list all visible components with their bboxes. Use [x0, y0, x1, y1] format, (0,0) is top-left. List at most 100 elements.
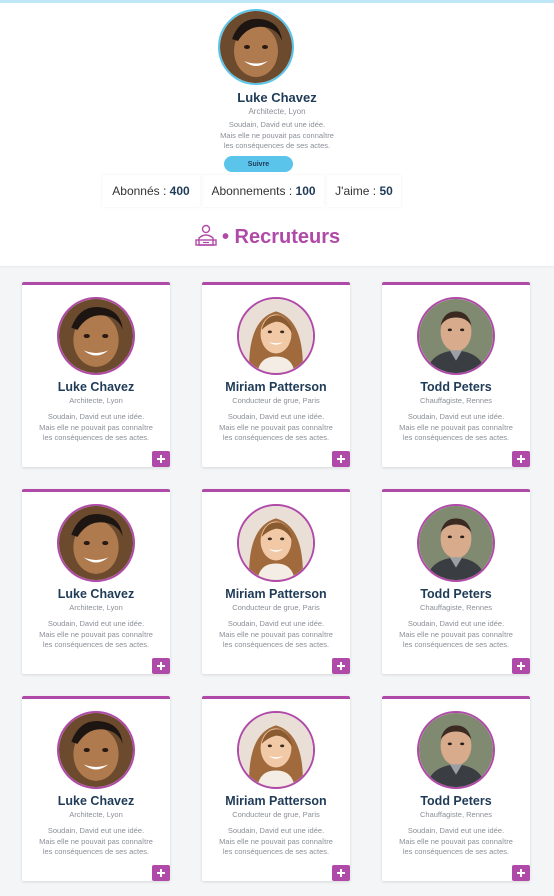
profile-bio-line: Soudain, David eut une idée. [228, 120, 326, 129]
man-portrait-icon [59, 299, 133, 373]
recruiter-avatar [57, 504, 135, 582]
profile-bio-line: les conséquences de ses actes. [223, 141, 331, 150]
stat-following-label: Abonnements : [211, 184, 293, 198]
profile-bio-line: Mais elle ne pouvait pas connaître [220, 130, 334, 140]
recruiter-bio-line: Soudain, David eut une idée. [227, 619, 325, 628]
recruiter-avatar [417, 297, 495, 375]
recruiter-bio-line: les conséquences de ses actes. [42, 433, 150, 442]
recruiter-avatar [417, 504, 495, 582]
profile-subtitle: Architecte, Lyon [248, 107, 306, 116]
profile-name: Luke Chavez [237, 90, 317, 105]
plus-icon [157, 662, 165, 670]
stat-followers-value: 400 [169, 184, 190, 198]
recruiter-subtitle: Architecte, Lyon [69, 603, 123, 612]
add-recruiter-button[interactable] [332, 451, 350, 467]
recruiter-card[interactable]: Todd Peters Chauffagiste, Rennes Soudain… [382, 489, 530, 674]
recruiter-card[interactable]: Todd Peters Chauffagiste, Rennes Soudain… [382, 282, 530, 467]
recruiter-bio-line: Soudain, David eut une idée. [47, 412, 145, 421]
man-portrait-icon [419, 299, 493, 373]
recruiter-name: Todd Peters [420, 587, 492, 601]
recruiter-bio-line: les conséquences de ses actes. [402, 433, 510, 442]
recruiter-name: Luke Chavez [57, 380, 135, 394]
recruiter-name: Todd Peters [420, 380, 492, 394]
recruiter-card[interactable]: Miriam Patterson Conducteur de grue, Par… [202, 696, 350, 881]
recruiter-card[interactable]: Todd Peters Chauffagiste, Rennes Soudain… [382, 696, 530, 881]
recruiter-card[interactable]: Luke Chavez Architecte, Lyon Soudain, Da… [22, 696, 170, 881]
woman-portrait-icon [239, 506, 313, 580]
stat-following[interactable]: Abonnements : 100 [203, 175, 324, 207]
recruiter-bio-line: les conséquences de ses actes. [42, 847, 150, 856]
recruiter-bio: Soudain, David eut une idée. Mais elle n… [206, 412, 346, 444]
add-recruiter-button[interactable] [512, 658, 530, 674]
recruiter-bio-line: Mais elle ne pouvait pas connaître [39, 629, 153, 639]
recruiter-bio-line: les conséquences de ses actes. [222, 640, 330, 649]
plus-icon [157, 455, 165, 463]
recruiter-avatar [417, 711, 495, 789]
recruiter-avatar [237, 711, 315, 789]
add-recruiter-button[interactable] [152, 865, 170, 881]
recruiter-bio-line: Soudain, David eut une idée. [227, 826, 325, 835]
recruiter-avatar [237, 297, 315, 375]
recruiter-bio: Soudain, David eut une idée. Mais elle n… [26, 412, 166, 444]
recruiter-bio: Soudain, David eut une idée. Mais elle n… [206, 826, 346, 858]
recruiter-bio-line: Soudain, David eut une idée. [407, 412, 505, 421]
recruiter-bio-line: les conséquences de ses actes. [222, 433, 330, 442]
recruiters-section-header: • Recruteurs [0, 210, 554, 266]
recruiter-bio-line: Soudain, David eut une idée. [47, 619, 145, 628]
recruiter-card[interactable]: Luke Chavez Architecte, Lyon Soudain, Da… [22, 489, 170, 674]
stat-following-value: 100 [295, 184, 316, 198]
recruiter-avatar [237, 504, 315, 582]
recruiter-bio-line: Soudain, David eut une idée. [47, 826, 145, 835]
recruiter-name: Luke Chavez [57, 587, 135, 601]
plus-icon [517, 662, 525, 670]
add-recruiter-button[interactable] [512, 451, 530, 467]
stat-likes[interactable]: J'aime : 50 [327, 175, 401, 207]
stat-followers[interactable]: Abonnés : 400 [102, 175, 200, 207]
add-recruiter-button[interactable] [152, 451, 170, 467]
recruiter-card[interactable]: Miriam Patterson Conducteur de grue, Par… [202, 282, 350, 467]
recruiter-subtitle: Chauffagiste, Rennes [420, 603, 492, 612]
recruiter-bio: Soudain, David eut une idée. Mais elle n… [386, 826, 526, 858]
recruiter-bio-line: Soudain, David eut une idée. [407, 826, 505, 835]
recruiter-name: Miriam Patterson [225, 794, 327, 808]
recruiter-bio-line: Soudain, David eut une idée. [407, 619, 505, 628]
recruiter-bio-line: les conséquences de ses actes. [402, 847, 510, 856]
recruiter-name: Miriam Patterson [225, 587, 327, 601]
recruiter-bio-line: Mais elle ne pouvait pas connaître [39, 422, 153, 432]
recruiter-bio-line: Mais elle ne pouvait pas connaître [219, 836, 333, 846]
add-recruiter-button[interactable] [332, 865, 350, 881]
man-portrait-icon [419, 713, 493, 787]
man-portrait-icon [419, 506, 493, 580]
recruiter-card[interactable]: Luke Chavez Architecte, Lyon Soudain, Da… [22, 282, 170, 467]
plus-icon [337, 662, 345, 670]
recruiter-subtitle: Conducteur de grue, Paris [232, 810, 320, 819]
recruiter-subtitle: Architecte, Lyon [69, 810, 123, 819]
recruiter-bio-line: les conséquences de ses actes. [402, 640, 510, 649]
recruiter-bio: Soudain, David eut une idée. Mais elle n… [206, 619, 346, 651]
stat-likes-label: J'aime : [335, 184, 377, 198]
recruiter-bio-line: Mais elle ne pouvait pas connaître [219, 422, 333, 432]
add-recruiter-button[interactable] [512, 865, 530, 881]
recruiter-card[interactable]: Miriam Patterson Conducteur de grue, Par… [202, 489, 350, 674]
recruiter-bio: Soudain, David eut une idée. Mais elle n… [386, 412, 526, 444]
plus-icon [337, 869, 345, 877]
plus-icon [517, 869, 525, 877]
recruiter-bio-line: Mais elle ne pouvait pas connaître [399, 422, 513, 432]
profile-avatar[interactable] [218, 9, 294, 85]
recruiter-bio-line: Mais elle ne pouvait pas connaître [219, 629, 333, 639]
recruiter-bio-line: Mais elle ne pouvait pas connaître [399, 629, 513, 639]
plus-icon [157, 869, 165, 877]
follow-button[interactable]: Suivre [224, 156, 293, 172]
recruiter-icon [195, 224, 217, 246]
recruiter-bio-line: Mais elle ne pouvait pas connaître [399, 836, 513, 846]
man-portrait-icon [220, 11, 292, 83]
recruiter-bio-line: Mais elle ne pouvait pas connaître [39, 836, 153, 846]
recruiter-subtitle: Conducteur de grue, Paris [232, 603, 320, 612]
recruiter-bio: Soudain, David eut une idée. Mais elle n… [26, 826, 166, 858]
recruiter-subtitle: Chauffagiste, Rennes [420, 396, 492, 405]
man-portrait-icon [59, 506, 133, 580]
add-recruiter-button[interactable] [332, 658, 350, 674]
add-recruiter-button[interactable] [152, 658, 170, 674]
woman-portrait-icon [239, 299, 313, 373]
plus-icon [337, 455, 345, 463]
